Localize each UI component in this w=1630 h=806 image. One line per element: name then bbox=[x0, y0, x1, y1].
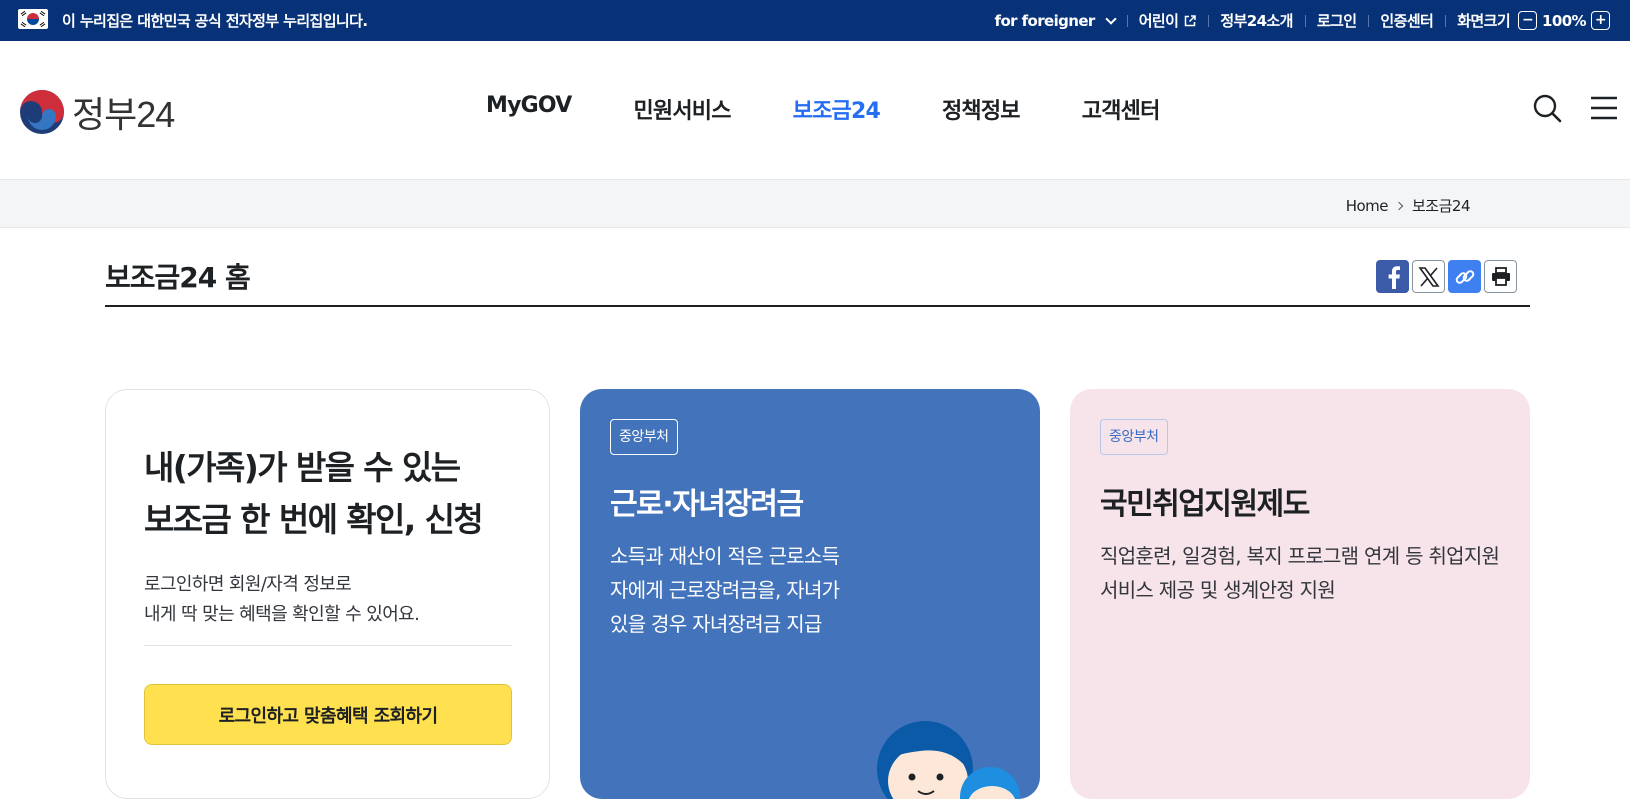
nav-item-policy-info[interactable]: 정책정보 bbox=[942, 93, 1021, 125]
zoom-label: 화면크기 bbox=[1457, 12, 1511, 30]
kids-label: 어린이 bbox=[1138, 12, 1179, 30]
search-icon[interactable] bbox=[1532, 93, 1562, 123]
site-logo[interactable]: 정부24 bbox=[18, 86, 175, 138]
login-link[interactable]: 로그인 bbox=[1304, 0, 1369, 41]
zoom-value: 100% bbox=[1542, 11, 1587, 30]
external-link-icon bbox=[1185, 14, 1197, 26]
gov-emblem-icon bbox=[20, 90, 64, 134]
benefit-description: 직업훈련, 일경험, 복지 프로그램 연계 등 취업지원서비스 제공 및 생계안… bbox=[1100, 544, 1500, 602]
x-logo-icon bbox=[1417, 266, 1440, 287]
print-icon bbox=[1491, 266, 1510, 286]
main-nav: MyGOV 민원서비스 보조금24 정책정보 고객센터 bbox=[486, 93, 1222, 125]
breadcrumb-band: Home 보조금24 bbox=[0, 179, 1630, 228]
link-icon bbox=[1455, 269, 1474, 284]
login-desc-line1: 로그인하면 회원/자격 정보로 bbox=[144, 574, 352, 595]
category-badge: 중앙부처 bbox=[610, 419, 678, 455]
title-divider bbox=[105, 305, 1530, 307]
foreigner-dropdown[interactable]: for foreigner bbox=[983, 0, 1127, 41]
login-heading-line1: 내(가족)가 받을 수 있는 bbox=[144, 448, 461, 487]
benefit-card-employment-support[interactable]: 중앙부처 국민취업지원제도 직업훈련, 일경험, 복지 프로그램 연계 등 취업… bbox=[1070, 389, 1530, 799]
category-badge: 중앙부처 bbox=[1100, 419, 1168, 455]
menu-icon[interactable] bbox=[1590, 95, 1618, 121]
zoom-out-button[interactable]: − bbox=[1518, 11, 1538, 30]
facebook-share-button[interactable] bbox=[1376, 260, 1409, 293]
korea-flag-icon bbox=[18, 9, 48, 29]
kids-link[interactable]: 어린이 bbox=[1126, 0, 1209, 41]
nav-item-subsidy24[interactable]: 보조금24 bbox=[793, 93, 881, 125]
breadcrumb-home[interactable]: Home bbox=[1346, 197, 1389, 215]
about-link[interactable]: 정부24소개 bbox=[1208, 0, 1304, 41]
benefit-title: 근로·자녀장려금 bbox=[610, 487, 804, 522]
login-benefit-button[interactable]: 로그인하고 맞춤혜택 조회하기 bbox=[144, 684, 512, 745]
benefit-title: 국민취업지원제도 bbox=[1100, 487, 1310, 522]
login-heading-line2: 보조금 한 번에 확인, 신청 bbox=[144, 500, 484, 539]
benefit-description: 소득과 재산이 적은 근로소득자에게 근로장려금을, 자녀가 있을 경우 자녀장… bbox=[610, 544, 840, 636]
print-button[interactable] bbox=[1484, 260, 1517, 293]
cert-center-link[interactable]: 인증센터 bbox=[1368, 0, 1445, 41]
family-illustration-icon bbox=[877, 721, 1020, 799]
chevron-right-icon bbox=[1394, 201, 1404, 210]
login-desc-line2: 내게 딱 맞는 혜택을 확인할 수 있어요. bbox=[144, 604, 420, 625]
page-title: 보조금24 홈 bbox=[105, 261, 251, 294]
login-card-description: 로그인하면 회원/자격 정보로 내게 딱 맞는 혜택을 확인할 수 있어요. bbox=[144, 570, 420, 630]
gov-banner: 이 누리집은 대한민국 공식 전자정부 누리집입니다. for foreigne… bbox=[0, 0, 1630, 41]
benefit-card-earned-income[interactable]: 중앙부처 근로·자녀장려금 소득과 재산이 적은 근로소득자에게 근로장려금을,… bbox=[580, 389, 1040, 799]
copy-link-button[interactable] bbox=[1448, 260, 1481, 293]
breadcrumb: Home 보조금24 bbox=[1346, 195, 1471, 216]
gov-banner-text: 이 누리집은 대한민국 공식 전자정부 누리집입니다. bbox=[62, 12, 368, 30]
zoom-control: 화면크기 − 100% + bbox=[1445, 0, 1622, 41]
about-label: 정부24소개 bbox=[1220, 12, 1293, 30]
logo-text: 정부24 bbox=[72, 94, 175, 135]
header-actions bbox=[1532, 93, 1618, 123]
login-card: 내(가족)가 받을 수 있는 보조금 한 번에 확인, 신청 로그인하면 회원/… bbox=[105, 389, 550, 799]
login-label: 로그인 bbox=[1316, 12, 1357, 30]
site-header: 정부24 MyGOV 민원서비스 보조금24 정책정보 고객센터 bbox=[0, 41, 1630, 179]
facebook-icon bbox=[1388, 265, 1400, 289]
login-card-divider bbox=[144, 645, 512, 646]
nav-item-customer-center[interactable]: 고객센터 bbox=[1082, 93, 1161, 125]
cert-center-label: 인증센터 bbox=[1380, 12, 1434, 30]
share-buttons bbox=[1376, 260, 1520, 293]
x-share-button[interactable] bbox=[1412, 260, 1445, 293]
login-card-heading: 내(가족)가 받을 수 있는 보조금 한 번에 확인, 신청 bbox=[144, 442, 484, 546]
utility-links: for foreigner 어린이 정부24소개 로그인 인증센터 화면크기 −… bbox=[983, 0, 1622, 41]
nav-item-mygov[interactable]: MyGOV bbox=[486, 93, 572, 125]
breadcrumb-current[interactable]: 보조금24 bbox=[1412, 195, 1471, 216]
nav-item-civil-service[interactable]: 민원서비스 bbox=[633, 93, 731, 125]
foreigner-label: for foreigner bbox=[994, 11, 1096, 30]
chevron-down-icon bbox=[1105, 12, 1117, 25]
zoom-in-button[interactable]: + bbox=[1591, 11, 1610, 30]
